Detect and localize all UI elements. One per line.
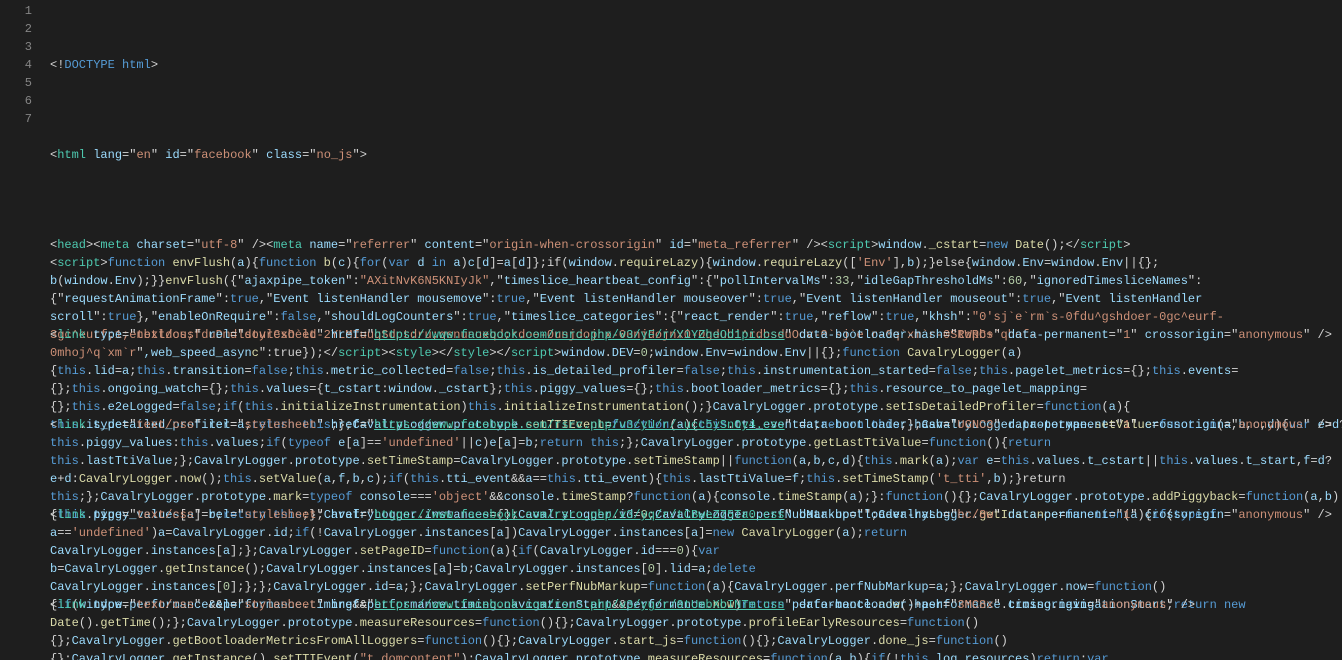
code-line-3: <head><meta charset="utf-8" /><meta name… xyxy=(50,236,1342,254)
line-num-3: 3 xyxy=(0,38,32,56)
line-num-6: 6 xyxy=(0,92,32,110)
line-num-7: 7 xyxy=(0,110,32,128)
code-line-7: <link type="text/css" rel="stylesheet" h… xyxy=(50,596,1342,614)
code-line-4: <link type="text/css" rel="stylesheet" h… xyxy=(50,326,1342,344)
line-num-4: 4 xyxy=(0,56,32,74)
code-content[interactable]: <!DOCTYPE html> <html lang="en" id="face… xyxy=(40,0,1342,660)
line-num-2: 2 xyxy=(0,20,32,38)
editor-container: 1 2 3 4 5 6 7 <!DOCTYPE html> <html lang… xyxy=(0,0,1342,660)
code-line-5: <link type="text/css" rel="stylesheet" h… xyxy=(50,416,1342,434)
line-num-5: 5 xyxy=(0,74,32,92)
line-num-1: 1 xyxy=(0,2,32,20)
code-line-6: <link type="text/css" rel="stylesheet" h… xyxy=(50,506,1342,524)
line-numbers: 1 2 3 4 5 6 7 xyxy=(0,0,40,660)
code-line-1: <!DOCTYPE html> xyxy=(50,56,1342,74)
code-line-2: <html lang="en" id="facebook" class="no_… xyxy=(50,146,1342,164)
